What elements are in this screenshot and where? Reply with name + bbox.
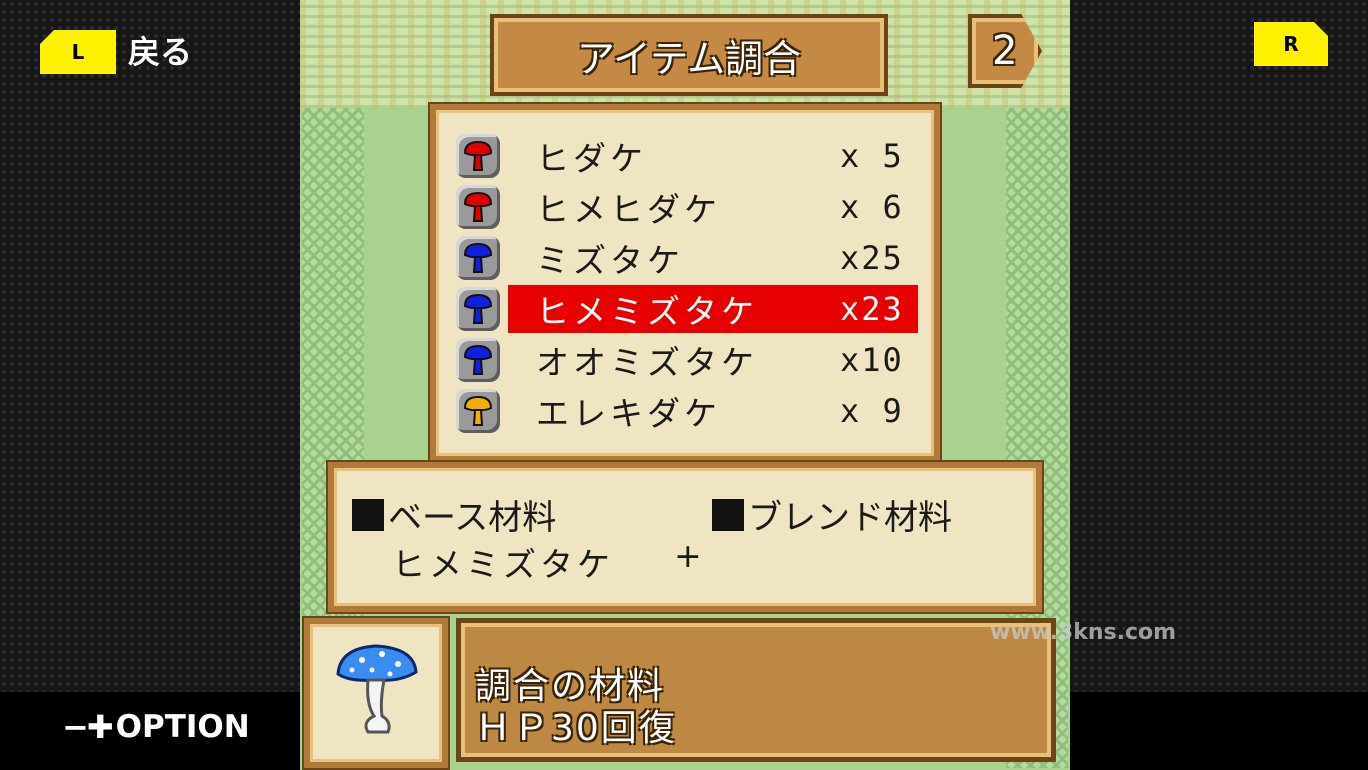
item-quantity: x 6 — [840, 188, 904, 226]
base-material-text: ベース材料 — [388, 498, 557, 538]
blue-mushroom-icon — [456, 338, 500, 382]
item-quantity: x 5 — [840, 137, 904, 175]
item-name: ヒメヒダケ — [536, 190, 721, 229]
blue-mushroom-icon — [456, 236, 500, 280]
list-item-selected[interactable]: ヒメミズタケ x23 — [456, 285, 918, 333]
base-material-label: ベース材料 — [352, 490, 556, 539]
square-bullet-icon — [712, 498, 744, 531]
bottom-right-bar — [1070, 692, 1368, 770]
r-button[interactable]: R — [1254, 22, 1328, 66]
blend-material-label: ブレンド材料 — [712, 490, 952, 539]
plus-sign: + — [674, 536, 706, 575]
red-mushroom-icon — [456, 134, 500, 178]
option-button[interactable]: −✚ OPTION — [62, 708, 250, 746]
list-item[interactable]: ヒメヒダケ x 6 — [456, 183, 914, 231]
page-number: 2 — [992, 28, 1018, 74]
list-item[interactable]: オオミズタケ x10 — [456, 336, 914, 384]
base-material-value: ヒメミズタケ — [392, 545, 614, 584]
back-label[interactable]: 戻る — [128, 30, 192, 74]
list-item[interactable]: ミズタケ x25 — [456, 234, 914, 282]
item-quantity: x25 — [840, 239, 904, 277]
item-quantity: x10 — [840, 341, 904, 379]
item-quantity: x23 — [840, 290, 904, 328]
screen-title: アイテム調合 — [576, 36, 802, 81]
game-screen: アイテム調合 2 ヒダケ x 5 ヒメヒダケ x 6 ミズタケ x25 ヒメミズ… — [300, 0, 1070, 770]
description-line-2: ＨＰ30回復 — [475, 708, 677, 749]
blend-material-text: ブレンド材料 — [748, 498, 952, 538]
item-preview-panel — [304, 618, 448, 768]
blue-mushroom-icon — [336, 644, 418, 734]
item-name: ヒダケ — [536, 139, 647, 178]
list-item[interactable]: エレキダケ x 9 — [456, 387, 914, 435]
blue-mushroom-icon — [456, 287, 500, 331]
title-plate: アイテム調合 — [490, 14, 888, 96]
watermark: www.3kns.com — [990, 620, 1177, 645]
item-name: オオミズタケ — [536, 343, 758, 382]
yellow-mushroom-icon — [456, 389, 500, 433]
item-list-panel: ヒダケ x 5 ヒメヒダケ x 6 ミズタケ x25 ヒメミズタケ x23 オオ… — [430, 104, 940, 462]
item-name: ヒメミズタケ — [536, 292, 758, 331]
item-name: エレキダケ — [536, 394, 721, 433]
list-item[interactable]: ヒダケ x 5 — [456, 132, 914, 180]
l-button[interactable]: L — [40, 30, 116, 74]
description-panel: 調合の材料 ＨＰ30回復 — [456, 618, 1056, 762]
red-mushroom-icon — [456, 185, 500, 229]
square-bullet-icon — [352, 498, 384, 531]
option-label: OPTION — [115, 709, 250, 745]
item-quantity: x 9 — [840, 392, 904, 430]
item-name: ミズタケ — [536, 241, 684, 280]
mix-panel: ベース材料 ブレンド材料 ヒメミズタケ + — [328, 462, 1042, 612]
minus-plus-icon: −✚ — [62, 708, 114, 746]
